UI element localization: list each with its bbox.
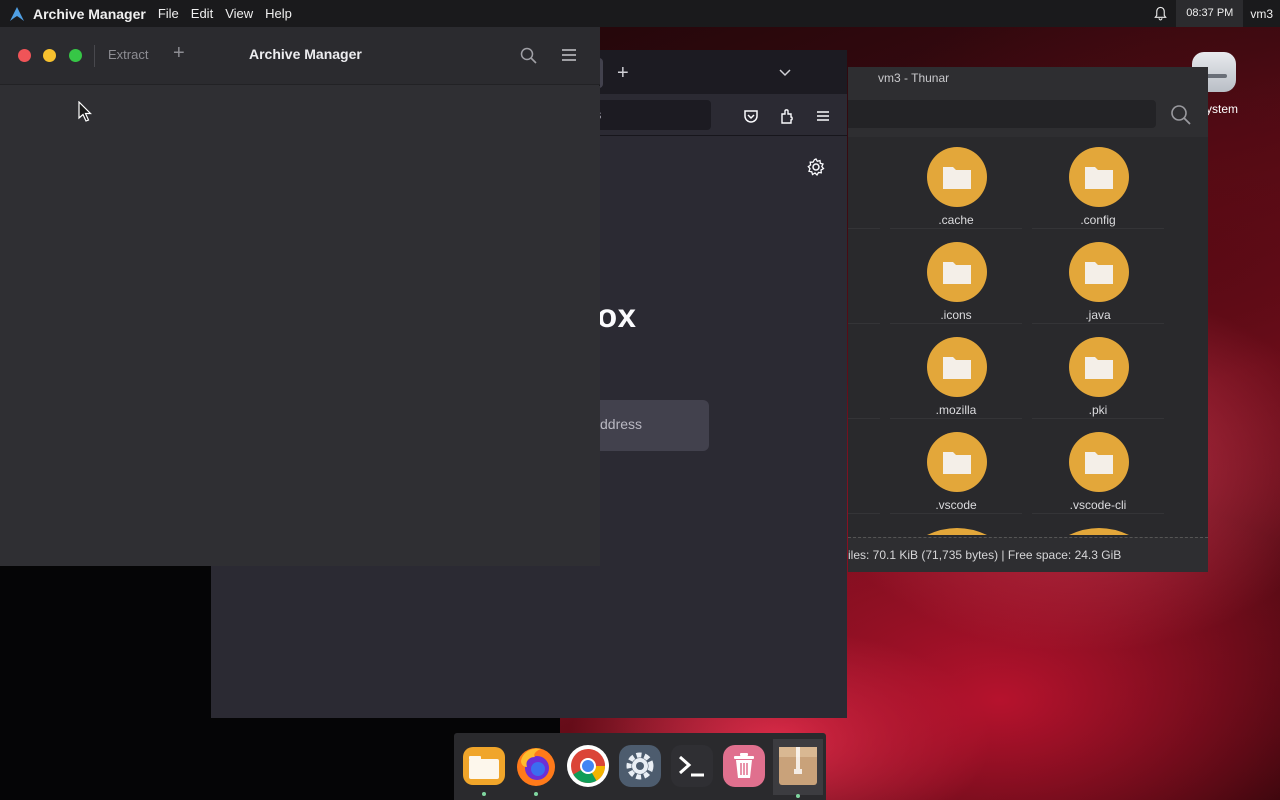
- file-item[interactable]: .vscode: [890, 422, 1022, 514]
- file-item[interactable]: .config: [1032, 137, 1164, 229]
- running-indicator: [482, 792, 486, 796]
- row-divider: [890, 228, 1022, 229]
- chevron-down-icon[interactable]: [777, 64, 793, 80]
- file-name: .icons: [940, 308, 972, 322]
- thunar-toolbar: [848, 91, 1208, 137]
- dock-item-trash[interactable]: [721, 743, 767, 789]
- file-item[interactable]: .pki: [1032, 327, 1164, 419]
- url-bar[interactable]: s: [581, 100, 711, 130]
- dock-item-settings[interactable]: [617, 743, 663, 789]
- row-divider: [848, 323, 880, 324]
- maximize-button[interactable]: [69, 49, 82, 62]
- notification-bell-icon[interactable]: [1153, 6, 1168, 21]
- file-name: .pki: [1088, 403, 1108, 417]
- row-divider: [890, 513, 1022, 514]
- file-item[interactable]: .mozilla: [890, 327, 1022, 419]
- running-indicator: [796, 794, 800, 798]
- folder-icon: [1069, 242, 1129, 302]
- folder-icon: [1069, 432, 1129, 492]
- add-files-button[interactable]: +: [173, 42, 185, 65]
- folder-icon: [927, 528, 987, 535]
- file-name: .vscode: [935, 498, 977, 512]
- settings-icon: [619, 745, 661, 787]
- user-name[interactable]: vm3: [1250, 7, 1273, 21]
- menu-file[interactable]: File: [158, 6, 179, 21]
- firefox-icon: [517, 748, 555, 786]
- extensions-icon[interactable]: [778, 107, 796, 125]
- dock-item-archive-manager[interactable]: [773, 739, 823, 795]
- new-tab-button[interactable]: +: [617, 62, 629, 85]
- file-name: .vscode-cli: [1069, 498, 1127, 512]
- row-divider: [1032, 418, 1164, 419]
- row-divider: [890, 323, 1022, 324]
- row-divider: [848, 418, 880, 419]
- menu-icon[interactable]: [814, 107, 832, 125]
- dock-item-chrome[interactable]: [565, 743, 611, 789]
- row-divider: [848, 513, 880, 514]
- menu-help[interactable]: Help: [265, 6, 292, 21]
- file-name: .mozilla: [935, 403, 977, 417]
- folder-icon: [927, 432, 987, 492]
- firefox-wordmark: ox: [597, 297, 637, 334]
- files-icon: [463, 747, 505, 785]
- search-placeholder: ddress: [600, 416, 643, 432]
- dock: [454, 733, 826, 800]
- running-indicator: [534, 792, 538, 796]
- close-button[interactable]: [18, 49, 31, 62]
- clock[interactable]: 08:37 PM: [1176, 0, 1244, 27]
- file-item[interactable]: .vscode-cli: [1032, 422, 1164, 514]
- desktop-icon-label: ystem: [1206, 102, 1239, 116]
- archive-icon: [779, 747, 817, 785]
- dock-item-files[interactable]: [461, 743, 507, 789]
- window-title: Archive Manager: [249, 46, 362, 62]
- header-separator: [94, 45, 95, 67]
- minimize-button[interactable]: [43, 49, 56, 62]
- menu-view[interactable]: View: [225, 6, 253, 21]
- pocket-icon[interactable]: [742, 107, 760, 125]
- folder-icon: [1069, 528, 1129, 535]
- file-item[interactable]: .cache: [890, 137, 1022, 229]
- dock-item-firefox[interactable]: [513, 743, 559, 789]
- thunar-window: vm3 - Thunar .cache .config .icons .java…: [848, 67, 1208, 572]
- row-divider: [890, 418, 1022, 419]
- active-app-name[interactable]: Archive Manager: [33, 6, 146, 22]
- location-bar[interactable]: [848, 100, 1156, 128]
- top-panel: Archive Manager File Edit View Help 08:3…: [0, 0, 1280, 27]
- file-name: .cache: [938, 213, 974, 227]
- search-icon[interactable]: [520, 47, 537, 64]
- trash-icon: [723, 745, 765, 787]
- gear-icon[interactable]: [806, 157, 826, 177]
- file-grid: .cache .config .icons .java .mozilla .pk…: [848, 137, 1208, 535]
- folder-icon: [927, 147, 987, 207]
- thunar-titlebar[interactable]: vm3 - Thunar: [848, 67, 1208, 91]
- chrome-icon: [567, 745, 609, 787]
- file-name: .java: [1085, 308, 1111, 322]
- row-divider: [1032, 513, 1164, 514]
- arch-logo-icon[interactable]: [9, 6, 25, 22]
- dock-item-terminal[interactable]: [669, 743, 715, 789]
- hamburger-menu-icon[interactable]: [561, 48, 577, 62]
- search-icon[interactable]: [1170, 104, 1192, 126]
- extract-button[interactable]: Extract: [108, 47, 148, 62]
- file-name: .config: [1080, 213, 1116, 227]
- status-text: iles: 70.1 KiB (71,735 bytes) | Free spa…: [848, 548, 1122, 562]
- row-divider: [1032, 323, 1164, 324]
- row-divider: [848, 228, 880, 229]
- terminal-icon: [671, 745, 713, 787]
- thunar-statusbar: iles: 70.1 KiB (71,735 bytes) | Free spa…: [848, 537, 1208, 572]
- file-item[interactable]: .icons: [890, 232, 1022, 324]
- folder-icon: [927, 242, 987, 302]
- folder-icon: [1069, 337, 1129, 397]
- file-item[interactable]: .java: [1032, 232, 1164, 324]
- archive-manager-headerbar[interactable]: Extract + Archive Manager: [0, 27, 600, 85]
- archive-content-area[interactable]: [0, 86, 600, 566]
- thunar-title: vm3 - Thunar: [878, 71, 950, 85]
- folder-icon: [927, 337, 987, 397]
- mouse-cursor-icon: [78, 101, 92, 122]
- row-divider: [1032, 228, 1164, 229]
- folder-icon: [1069, 147, 1129, 207]
- menu-edit[interactable]: Edit: [191, 6, 213, 21]
